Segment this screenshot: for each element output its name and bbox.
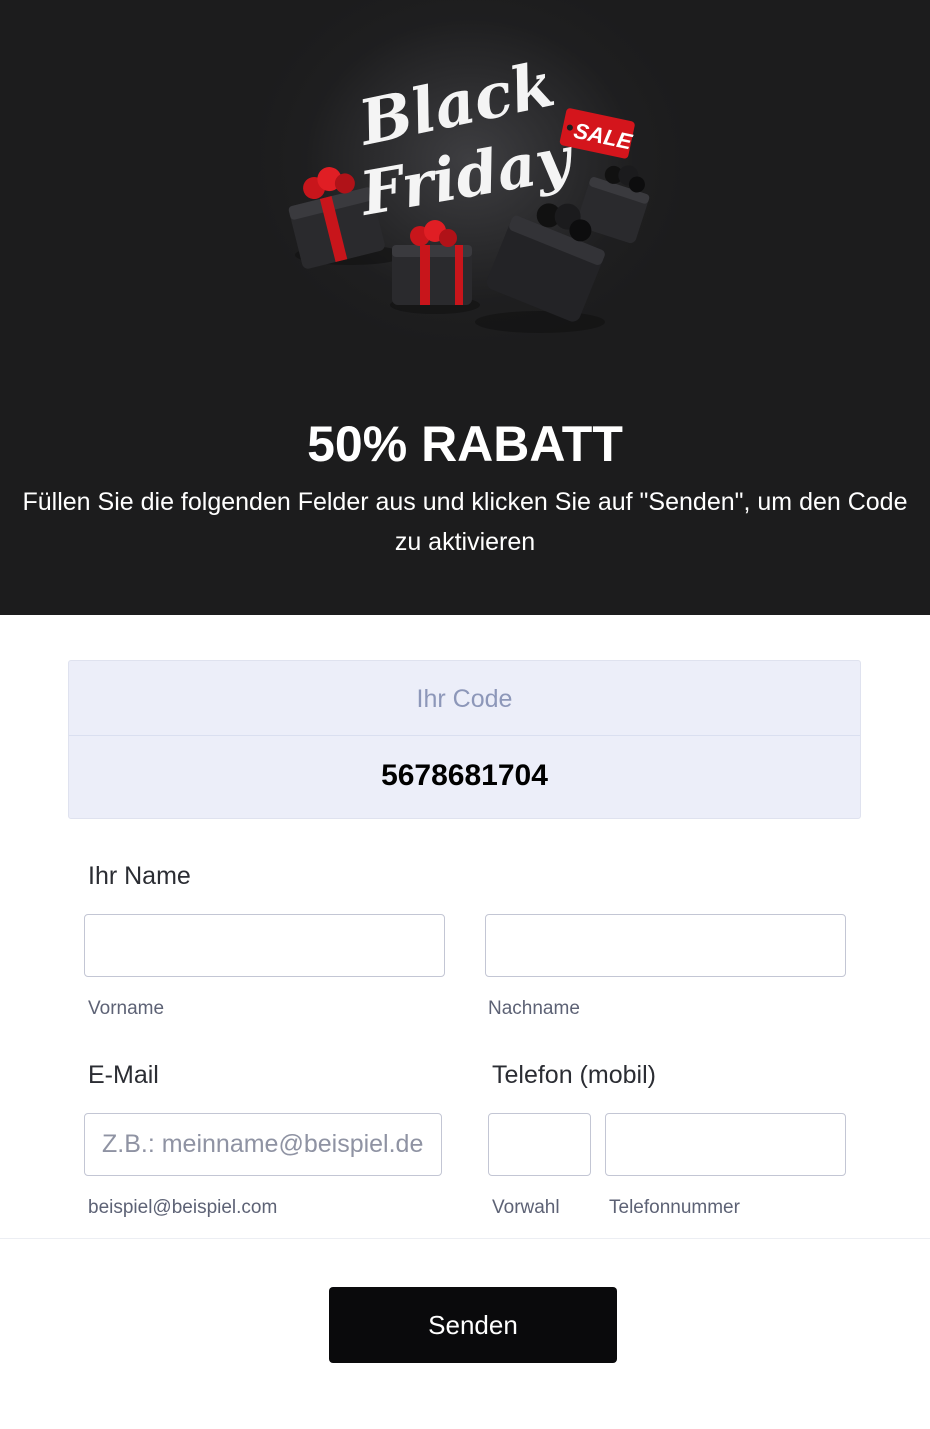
first-name-sublabel: Vorname [88, 998, 165, 1019]
email-title: E-Mail [88, 1061, 159, 1089]
black-friday-banner-image: SALE Black Friday [288, 50, 650, 333]
code-value: 5678681704 [381, 759, 548, 792]
form-divider [0, 1238, 930, 1239]
last-name-sublabel: Nachname [488, 998, 580, 1019]
code-box: Ihr Code 5678681704 [68, 660, 861, 819]
sale-tag-icon: SALE [559, 108, 635, 159]
area-code-input[interactable] [488, 1113, 591, 1176]
last-name-input[interactable] [485, 914, 846, 977]
submit-button[interactable]: Senden [329, 1287, 617, 1363]
code-label: Ihr Code [69, 661, 860, 736]
first-name-input[interactable] [84, 914, 445, 977]
instructions-text: Füllen Sie die folgenden Felder aus und … [22, 488, 908, 556]
area-code-sublabel: Vorwahl [492, 1197, 560, 1218]
gift-box-icon [392, 220, 472, 305]
phone-title: Telefon (mobil) [492, 1061, 656, 1089]
hero-banner: SALE Black Friday 50% RABATT Füllen Sie … [0, 0, 930, 615]
name-title: Ihr Name [88, 862, 191, 890]
phone-number-input[interactable] [605, 1113, 846, 1176]
email-sublabel: beispiel@beispiel.com [88, 1197, 278, 1218]
phone-number-sublabel: Telefonnummer [609, 1197, 740, 1218]
email-input[interactable] [84, 1113, 442, 1176]
discount-headline: 50% RABATT [307, 416, 623, 472]
